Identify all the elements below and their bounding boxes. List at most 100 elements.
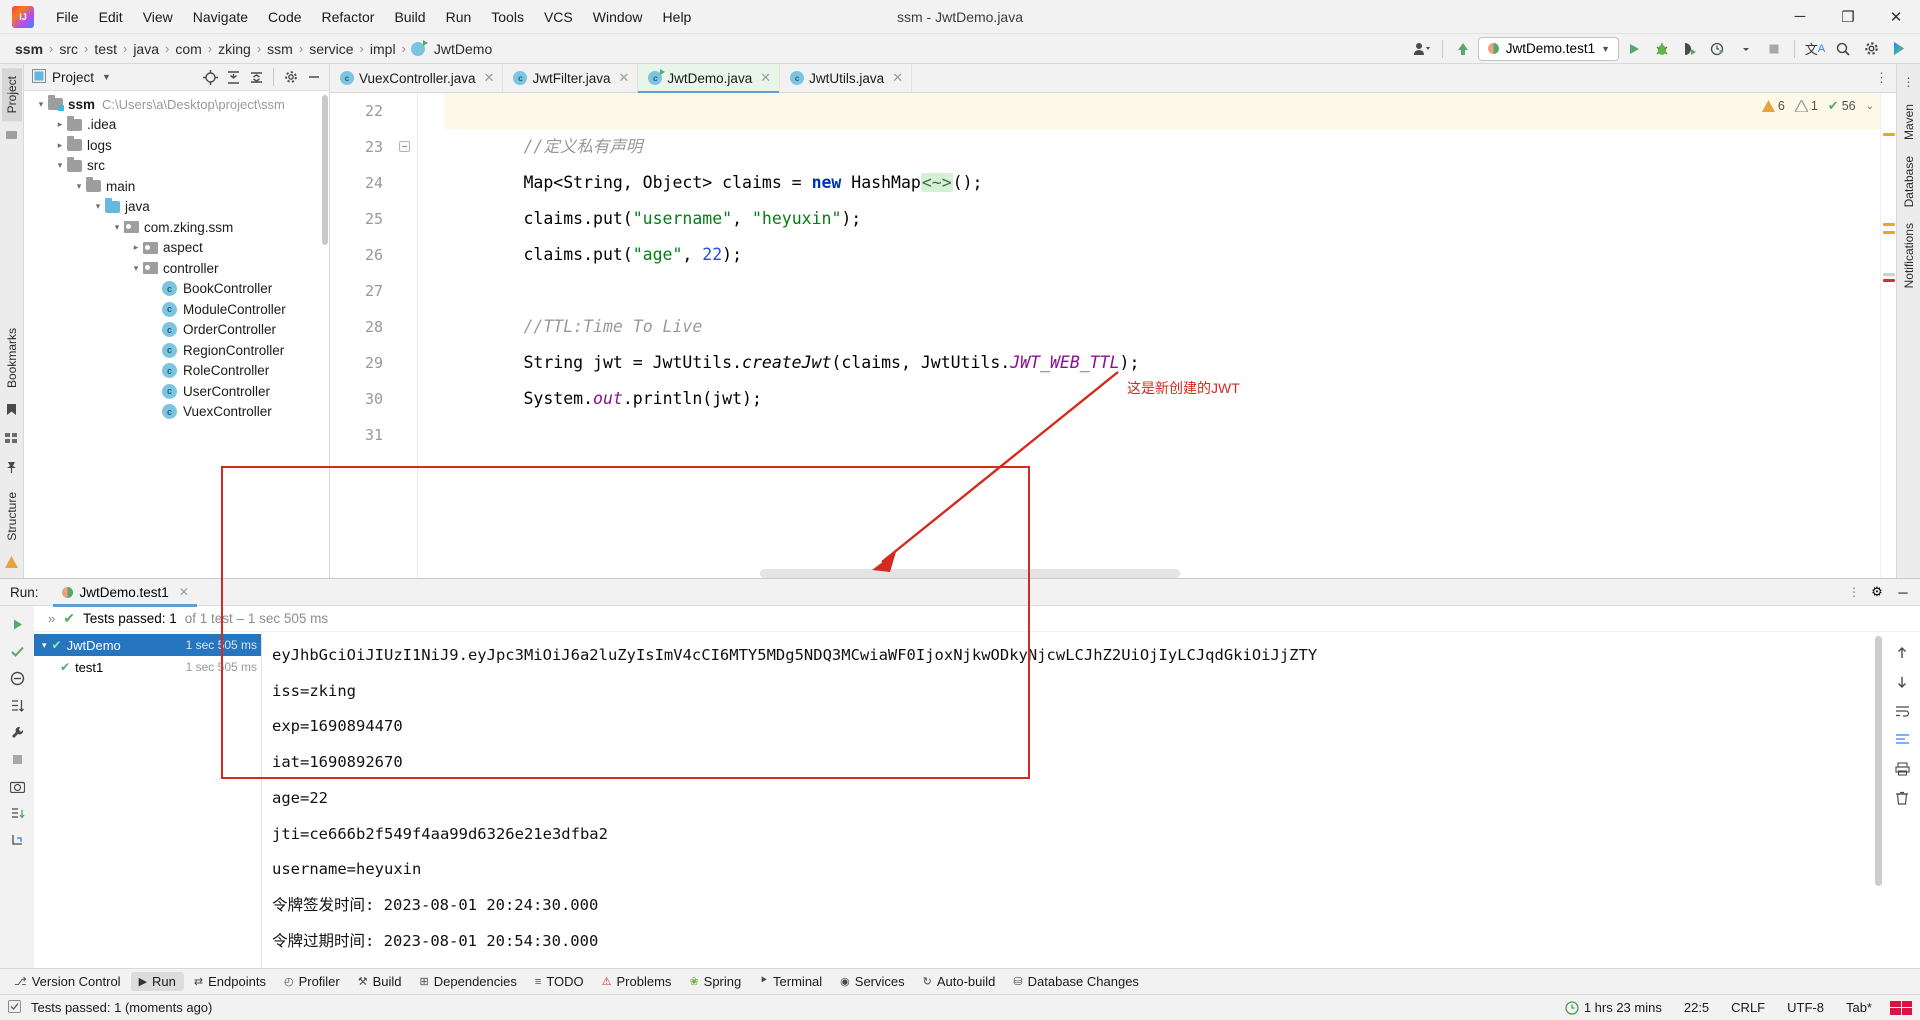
close-tab-icon[interactable]: ✕ [484, 70, 495, 86]
hide-panel-icon[interactable] [303, 66, 325, 88]
file-encoding[interactable]: UTF-8 [1783, 998, 1828, 1017]
code-line[interactable] [444, 417, 1880, 453]
console-vertical-scrollbar[interactable] [1875, 636, 1882, 886]
close-tab-icon[interactable]: ✕ [760, 70, 771, 86]
menu-refactor[interactable]: Refactor [312, 5, 385, 29]
menu-view[interactable]: View [133, 5, 183, 29]
search-icon[interactable] [1830, 37, 1856, 61]
expand-all-icon[interactable] [222, 66, 244, 88]
user-icon[interactable] [1409, 37, 1435, 61]
translate-icon[interactable]: 文A [1802, 37, 1828, 61]
breadcrumb-item-zking[interactable]: zking [213, 39, 256, 59]
breadcrumb-item-src[interactable]: src [54, 39, 83, 59]
code-line[interactable]: claims.put("age", 22); [444, 237, 1880, 273]
menu-navigate[interactable]: Navigate [183, 5, 258, 29]
menu-code[interactable]: Code [258, 5, 311, 29]
chevron-down-icon[interactable]: ▾ [110, 222, 124, 233]
chevron-down-icon[interactable]: ▾ [91, 201, 105, 212]
tree-node-main[interactable]: ▾ main [24, 176, 329, 197]
chevron-down-icon[interactable]: ▾ [129, 263, 143, 274]
bottom-tab-profiler[interactable]: ◴ Profiler [276, 972, 348, 991]
coverage-button[interactable] [1677, 37, 1703, 61]
editor-code-content[interactable]: //定义私有声明 Map<String, Object> claims = ne… [418, 93, 1880, 578]
tree-node-controller[interactable]: ▾ controller [24, 258, 329, 279]
chevron-right-icon[interactable]: » [48, 611, 55, 626]
test-row-test1[interactable]: ✔ test1 1 sec 505 ms [34, 656, 261, 678]
tree-node--idea[interactable]: ▸ .idea [24, 115, 329, 136]
menu-edit[interactable]: Edit [89, 5, 133, 29]
commit-icon[interactable] [5, 128, 18, 144]
chevron-down-icon[interactable]: ▾ [72, 181, 86, 192]
stop-button[interactable] [1761, 37, 1787, 61]
maximize-button[interactable]: ❐ [1824, 0, 1872, 34]
bottom-tab-services[interactable]: ◉ Services [832, 972, 912, 991]
run-configuration-selector[interactable]: JwtDemo.test1 ▼ [1477, 36, 1619, 61]
export-icon[interactable] [4, 801, 30, 826]
tree-node-src[interactable]: ▾ src [24, 156, 329, 177]
code-line[interactable]: String jwt = JwtUtils.createJwt(claims, … [444, 345, 1880, 381]
camera-icon[interactable] [4, 774, 30, 799]
select-opened-file-icon[interactable] [199, 66, 221, 88]
editor-tab-overflow[interactable]: ⋮ [1867, 64, 1896, 92]
menu-vcs[interactable]: VCS [534, 5, 583, 29]
tree-node-aspect[interactable]: ▸ aspect [24, 238, 329, 259]
run-button[interactable] [1621, 37, 1647, 61]
tree-node-usercontroller[interactable]: c UserController [24, 381, 329, 402]
sidebar-tab-structure[interactable]: Structure [2, 484, 22, 549]
close-tab-icon[interactable]: ✕ [892, 70, 903, 86]
settings-gear-icon[interactable] [1858, 37, 1884, 61]
bottom-tab-auto-build[interactable]: ↻ Auto-build [915, 972, 1004, 991]
ai-assistant-icon[interactable] [1886, 37, 1912, 61]
tree-node-com-zking-ssm[interactable]: ▾ com.zking.ssm [24, 217, 329, 238]
bottom-tab-version-control[interactable]: ⎇ Version Control [6, 972, 129, 991]
tree-node-vuexcontroller[interactable]: c VuexController [24, 402, 329, 423]
bottom-tab-terminal[interactable]: ⯈ Terminal [751, 972, 830, 991]
rerun-icon[interactable] [4, 612, 30, 637]
memory-indicator[interactable] [1890, 1000, 1912, 1015]
menu-run[interactable]: Run [436, 5, 482, 29]
bottom-tab-database-changes[interactable]: ⛁ Database Changes [1005, 972, 1147, 991]
debug-button[interactable] [1649, 37, 1675, 61]
fold-marker-icon[interactable] [399, 141, 410, 152]
chevron-right-icon[interactable]: ▸ [53, 140, 67, 151]
bottom-tab-todo[interactable]: ≡ TODO [527, 972, 592, 991]
sidebar-tab-bookmarks[interactable]: Bookmarks [2, 320, 22, 396]
update-project-icon[interactable] [1450, 37, 1476, 61]
sidebar-tab-database[interactable]: Database [1899, 148, 1919, 215]
menu-file[interactable]: File [46, 5, 89, 29]
print-icon[interactable] [1889, 756, 1915, 782]
breadcrumb-item-com[interactable]: com [170, 39, 206, 59]
collapse-all-icon[interactable] [245, 66, 267, 88]
scroll-up-icon[interactable] [1889, 640, 1915, 666]
bottom-tab-problems[interactable]: ⚠ Problems [594, 972, 680, 991]
chevron-right-icon[interactable]: ▸ [53, 119, 67, 130]
code-line[interactable] [444, 273, 1880, 309]
chevron-down-icon[interactable]: ▾ [53, 160, 67, 171]
error-count[interactable]: 6 [1761, 99, 1785, 113]
project-tree[interactable]: ▾ ssm C:\Users\a\Desktop\project\ssm ▸ .idea… [24, 91, 329, 578]
code-line[interactable]: Map<String, Object> claims = new HashMap… [444, 165, 1880, 201]
editor-tab-vuexcontroller-java[interactable]: c VuexController.java ✕ [330, 64, 504, 92]
scroll-down-icon[interactable] [1889, 669, 1915, 695]
bookmark-icon[interactable] [6, 403, 17, 419]
tree-node-java[interactable]: ▾ java [24, 197, 329, 218]
toggle-auto-test-icon[interactable] [4, 666, 30, 691]
settings-gear-icon[interactable] [280, 66, 302, 88]
breadcrumb-item-ssm2[interactable]: ssm [262, 39, 298, 59]
time-tracker[interactable]: 1 hrs 23 mins [1561, 998, 1666, 1017]
test-row-jwtdemo[interactable]: ▾ ✔ JwtDemo 1 sec 505 ms [34, 634, 261, 656]
scroll-to-end-icon[interactable] [1889, 727, 1915, 753]
pin-icon[interactable] [5, 461, 18, 477]
tree-node-bookcontroller[interactable]: c BookController [24, 279, 329, 300]
run-tab-jwtdemo-test1[interactable]: JwtDemo.test1 ✕ [52, 579, 198, 607]
breadcrumb-item-ssm[interactable]: ssm [10, 39, 48, 59]
checks-count[interactable]: ✔ 56 [1828, 98, 1856, 114]
tree-node-ssm[interactable]: ▾ ssm C:\Users\a\Desktop\project\ssm [24, 94, 329, 115]
indent-setting[interactable]: Tab* [1842, 998, 1876, 1017]
sort-alphabetically-icon[interactable] [4, 693, 30, 718]
chevron-down-icon[interactable]: ⌄ [1866, 101, 1874, 112]
code-line[interactable] [444, 93, 1880, 129]
code-line[interactable]: claims.put("username", "heyuxin"); [444, 201, 1880, 237]
trash-icon[interactable] [1889, 785, 1915, 811]
warning-icon[interactable] [5, 556, 18, 571]
